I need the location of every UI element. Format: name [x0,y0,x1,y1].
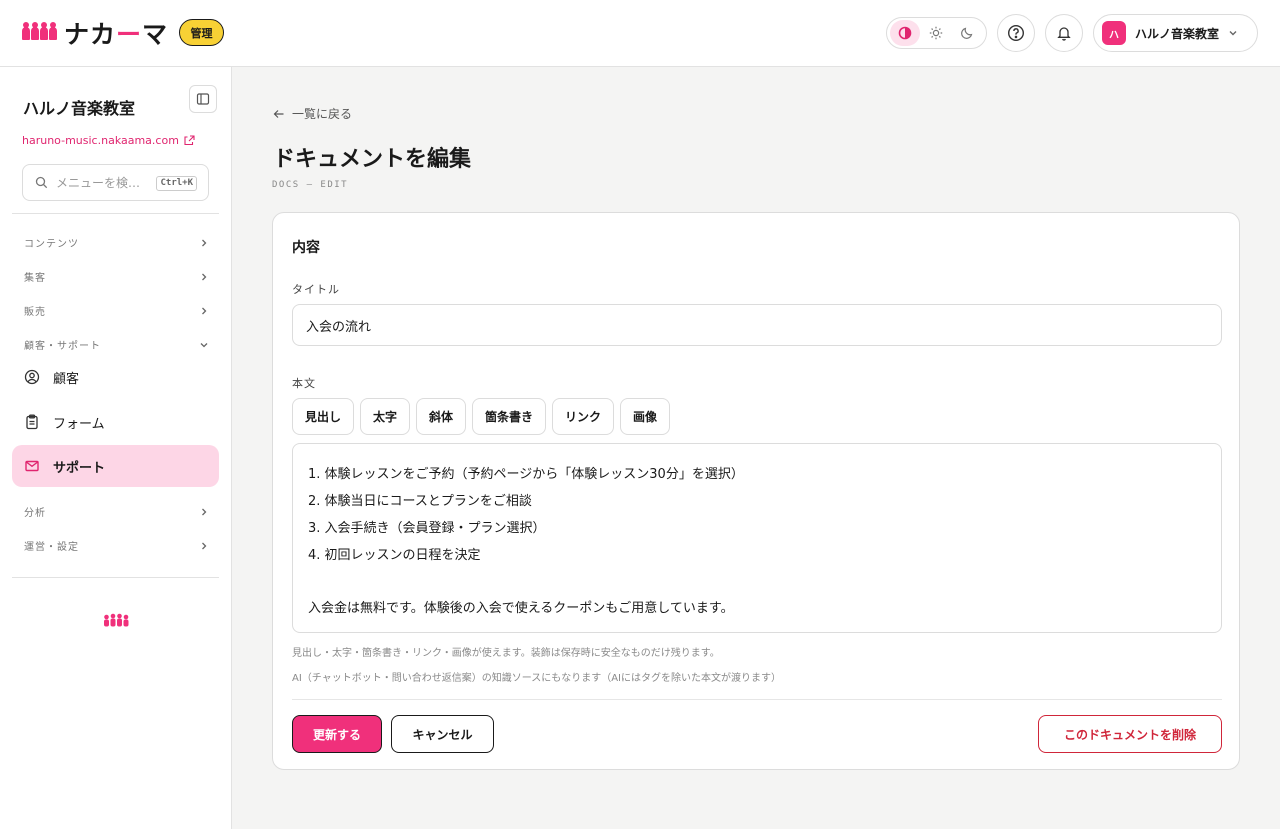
sidebar-item-customers-label: 顧客 [53,371,80,387]
body-blank-line [308,569,1206,595]
nav-group-analytics[interactable]: 分析 [24,504,209,519]
chevron-down-icon [1229,31,1237,36]
chevron-down-icon [200,342,208,347]
user-circle-icon [24,369,40,385]
update-button[interactable]: 更新する [292,715,382,753]
contrast-icon [898,26,912,40]
chevron-right-icon [202,307,207,314]
help-icon [1007,24,1025,42]
logo-text-a: ナカ [64,20,117,49]
mail-icon [25,460,39,472]
back-to-list-label: 一覧に戻る [292,107,353,121]
chevron-right-icon [202,542,207,549]
body-line: 4. 初回レッスンの日程を決定 [308,548,481,563]
body-line: 3. 入会手続き（会員登録・プラン選択） [308,521,546,536]
nav-group-sales[interactable]: 販売 [24,303,209,318]
cancel-button[interactable]: キャンセル [391,715,494,753]
editor-hint-formatting: 見出し・太字・箇条書き・リンク・画像が使えます。装飾は保存時に安全なものだけ残り… [292,648,720,659]
chevron-right-icon [202,239,207,246]
admin-badge: 管理 [179,19,224,46]
logo-wordmark: ナカーマ [64,15,168,51]
nav-group-marketing[interactable]: 集客 [24,269,209,284]
clipboard-icon [26,414,38,430]
external-link-icon [184,135,195,146]
arrow-left-icon [273,109,284,118]
body-line: 1. 体験レッスンをご予約（予約ページから「体験レッスン30分」を選択） [308,467,744,482]
nav-group-customer-support-label: 顧客・サポート [24,341,101,352]
theme-light-button[interactable] [921,20,951,46]
moon-icon [961,27,973,39]
menu-search-input[interactable]: メニューを検… Ctrl+K [22,164,209,201]
nav-group-analytics-label: 分析 [24,508,46,519]
sidebar-toggle-icon [196,93,210,105]
sidebar-item-forms[interactable]: フォーム [12,401,219,443]
sidebar-divider [12,213,219,214]
sidebar-item-support-label: サポート [53,460,106,476]
nav-group-content-label: コンテンツ [24,239,79,250]
toolbar-bullet-list-button[interactable]: 箇条書き [472,398,546,435]
toolbar-image-button[interactable]: 画像 [620,398,670,435]
org-url-text: haruno-music.nakaama.com [22,134,179,147]
notifications-button[interactable] [1045,14,1083,52]
chevron-right-icon [202,273,207,280]
chevron-right-icon [202,508,207,515]
sun-icon [929,26,943,40]
body-line: 2. 体験当日にコースとプランをご相談 [308,494,532,509]
page-title: ドキュメントを編集 [273,147,472,172]
card-title: 内容 [292,240,320,256]
page-subtitle: DOCS — EDIT [272,180,349,190]
account-avatar: ハ [1102,21,1126,45]
sidebar-divider [12,577,219,578]
editor-hint-ai: AI（チャットボット・問い合わせ返信案）の知識ソースにもなります（AIにはタグを… [292,673,781,684]
logo-text-b: マ [142,20,169,49]
nav-group-operations-label: 運営・設定 [24,542,79,553]
people-logo-icon [22,21,58,40]
card-divider [292,699,1222,700]
sidebar-item-customers[interactable]: 顧客 [12,356,219,398]
sidebar-item-forms-label: フォーム [53,416,105,432]
back-to-list-link[interactable]: 一覧に戻る [273,105,352,122]
theme-dark-button[interactable] [952,20,982,46]
search-icon [35,176,48,189]
app-logo[interactable]: ナカーマ [22,15,168,51]
theme-contrast-button[interactable] [890,20,920,46]
search-shortcut-kbd: Ctrl+K [156,176,197,191]
content-card: 内容 タイトル 入会の流れ 本文 見出し 太字 斜体 箇条書き リンク 画像 1… [272,212,1240,770]
help-button[interactable] [997,14,1035,52]
bell-icon [1057,27,1071,41]
account-menu[interactable]: ハ ハルノ音楽教室 [1093,14,1258,52]
toolbar-italic-button[interactable]: 斜体 [416,398,466,435]
editor-toolbar: 見出し 太字 斜体 箇条書き リンク 画像 [292,398,676,435]
theme-toggle [886,17,987,49]
body-field-label: 本文 [292,377,316,390]
account-name: ハルノ音楽教室 [1135,26,1220,41]
app-header: ナカーマ 管理 ハ ハルノ音楽教室 [0,0,1280,67]
body-line: 入会金は無料です。体験後の入会で使えるクーポンもご用意しています。 [308,601,734,616]
nav-group-content[interactable]: コンテンツ [24,235,209,250]
toolbar-bold-button[interactable]: 太字 [360,398,410,435]
nav-group-sales-label: 販売 [24,307,46,318]
sidebar-collapse-button[interactable] [189,85,217,113]
title-input[interactable]: 入会の流れ [292,304,1222,346]
org-name: ハルノ音楽教室 [23,99,136,118]
title-input-value: 入会の流れ [306,319,372,335]
toolbar-link-button[interactable]: リンク [552,398,614,435]
menu-search-placeholder: メニューを検… [56,176,141,190]
org-url-link[interactable]: haruno-music.nakaama.com [22,134,195,147]
nav-group-operations[interactable]: 運営・設定 [24,538,209,553]
delete-document-button[interactable]: このドキュメントを削除 [1038,715,1222,753]
nav-group-customer-support[interactable]: 顧客・サポート [24,337,209,352]
body-editor[interactable]: 1. 体験レッスンをご予約（予約ページから「体験レッスン30分」を選択） 2. … [292,443,1222,633]
sidebar-item-support[interactable]: サポート [12,445,219,487]
toolbar-heading-button[interactable]: 見出し [292,398,354,435]
footer-logo-icon [103,612,129,631]
sidebar: ハルノ音楽教室 haruno-music.nakaama.com メニューを検…… [0,67,232,829]
logo-text-dash: ー [116,20,143,49]
title-field-label: タイトル [292,283,340,296]
nav-group-marketing-label: 集客 [24,273,46,284]
